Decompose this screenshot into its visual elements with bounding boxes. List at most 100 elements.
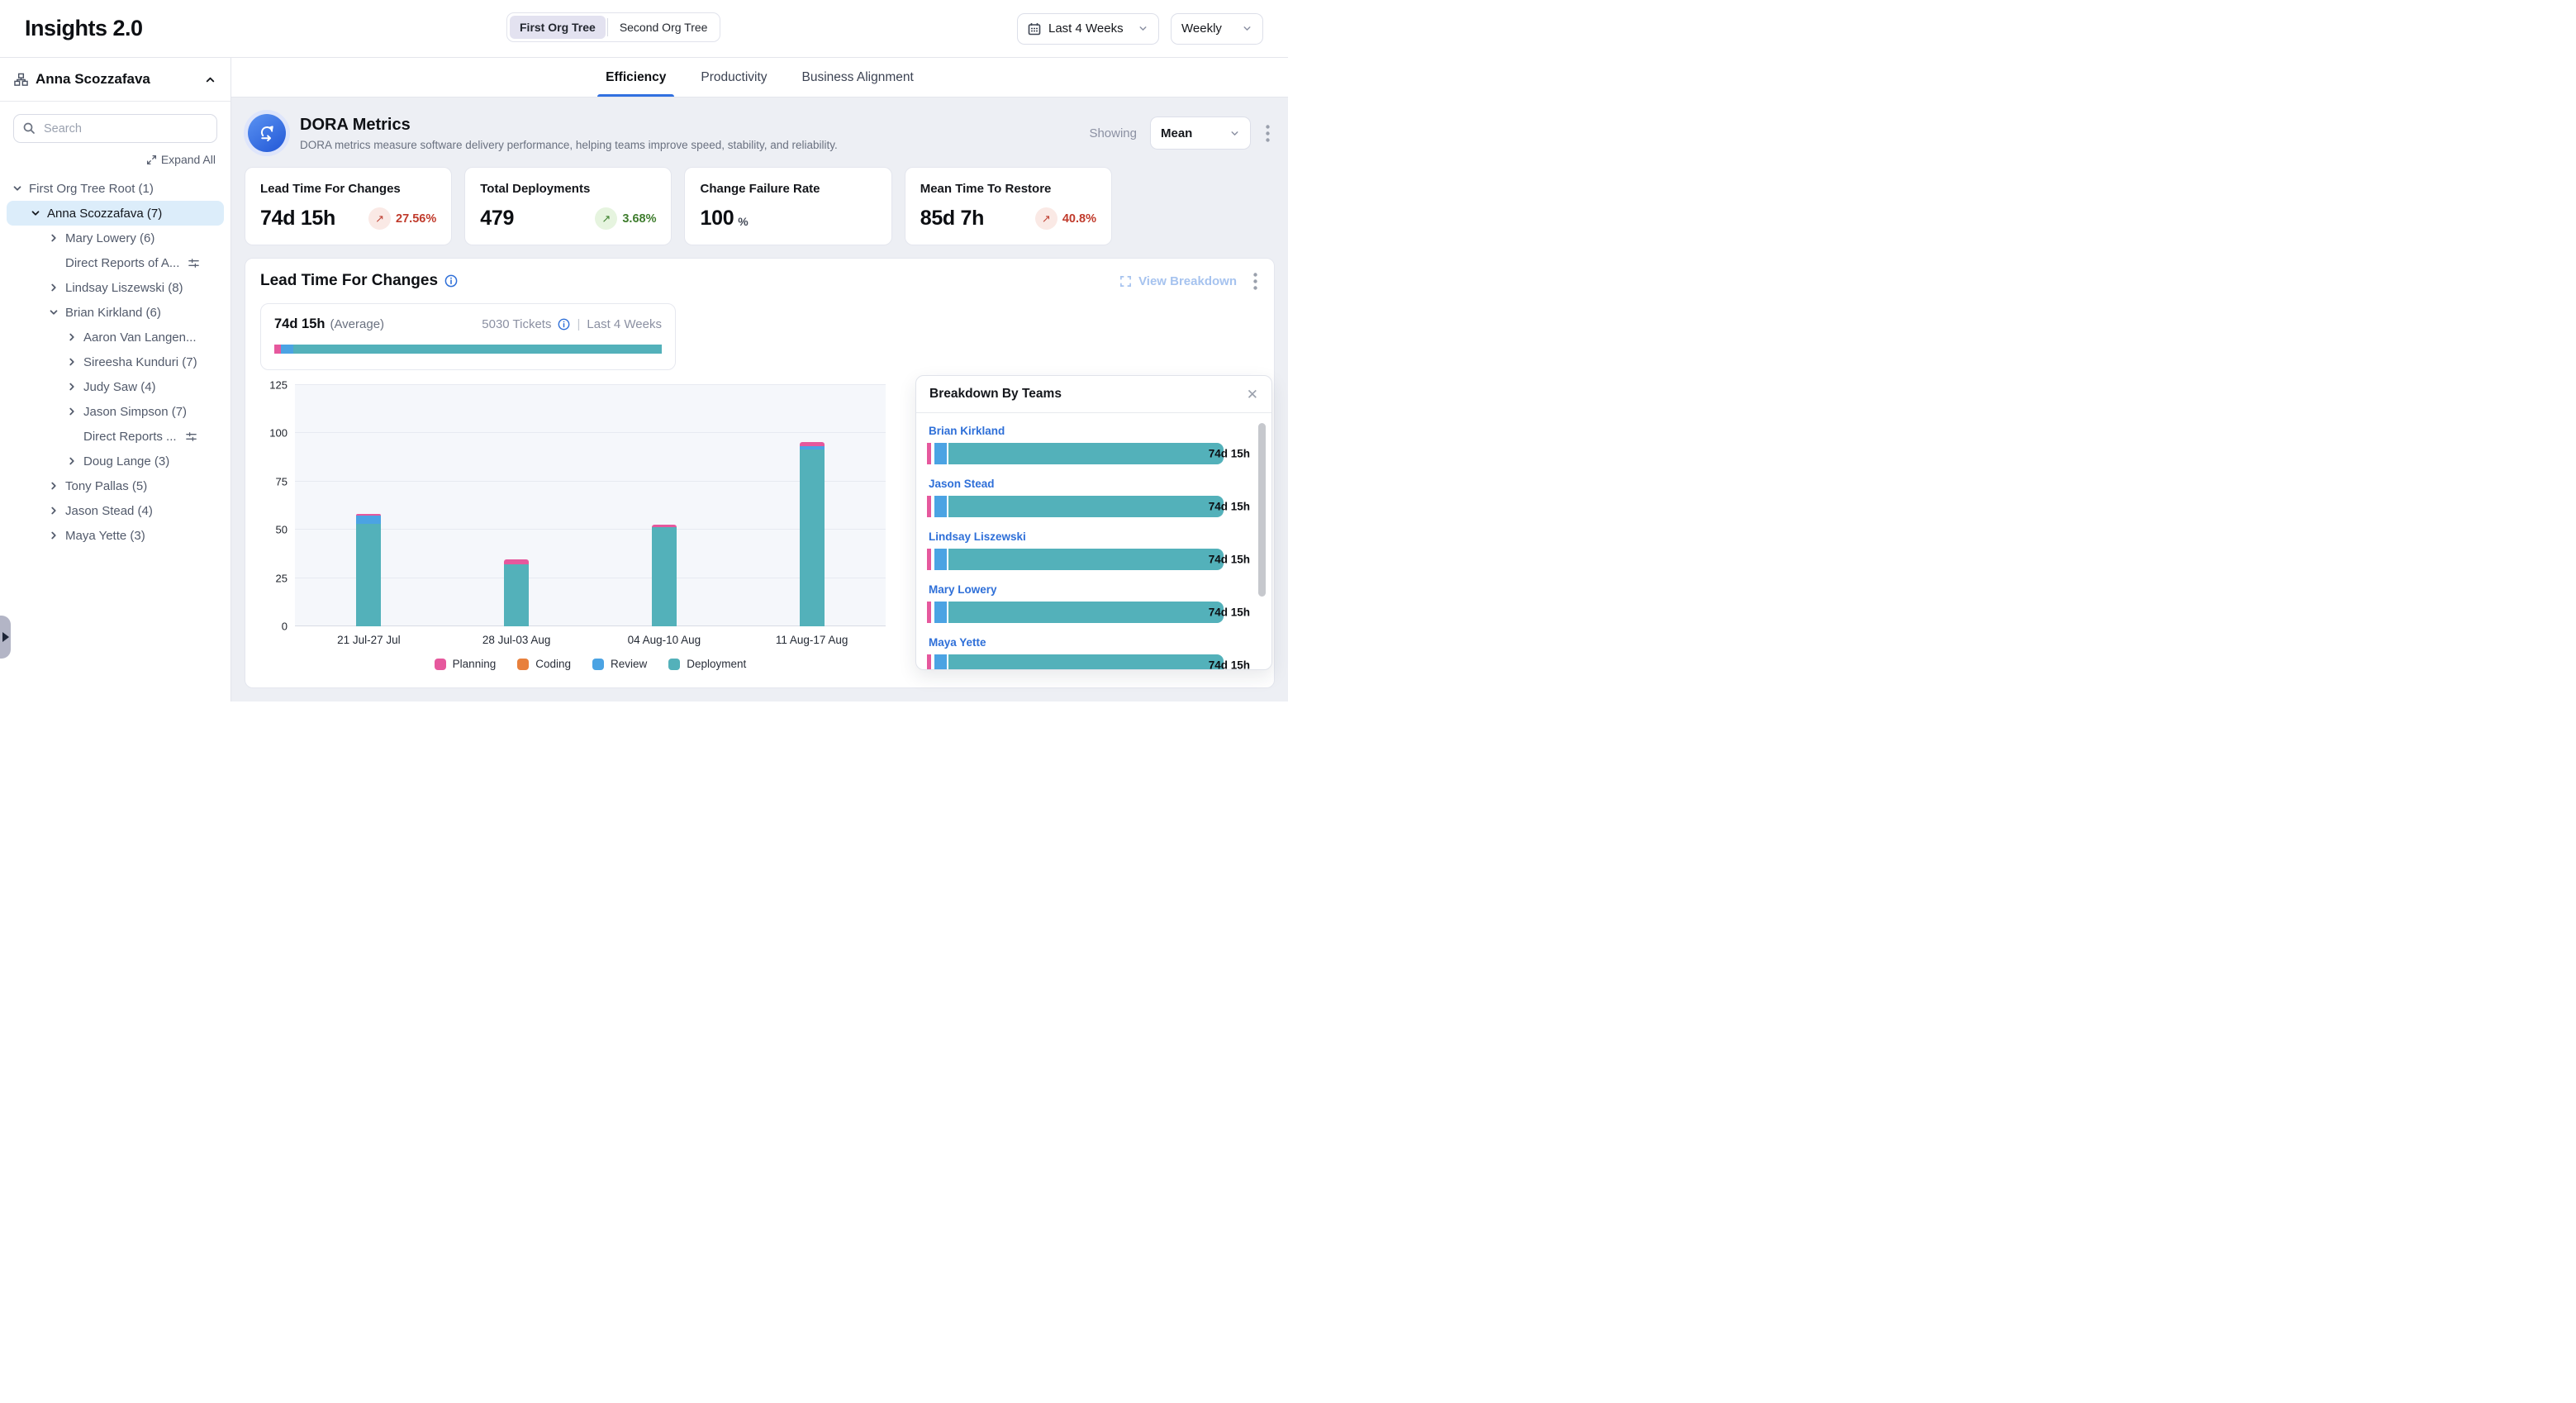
- tree-item[interactable]: Mary Lowery (6): [7, 226, 224, 250]
- chevron-right-icon[interactable]: [48, 232, 65, 244]
- bar-segment-review: [934, 443, 947, 464]
- tree-item[interactable]: Jason Simpson (7): [7, 399, 224, 424]
- date-range-value: Last 4 Weeks: [1048, 21, 1124, 36]
- tab-productivity[interactable]: Productivity: [699, 70, 768, 97]
- chevron-right-icon[interactable]: [48, 282, 65, 293]
- chevron-right-icon[interactable]: [66, 356, 83, 368]
- tree-item[interactable]: Maya Yette (3): [7, 523, 224, 548]
- chevron-right-icon[interactable]: [66, 331, 83, 343]
- y-tick-label: 50: [276, 524, 288, 536]
- team-name-link[interactable]: Brian Kirkland: [927, 425, 1250, 437]
- tree-item[interactable]: Anna Scozzafava (7): [7, 201, 224, 226]
- tree-item[interactable]: Brian Kirkland (6): [7, 300, 224, 325]
- chevron-right-icon[interactable]: [48, 530, 65, 541]
- team-stacked-bar[interactable]: 74d 15h: [927, 496, 1250, 517]
- team-name-link[interactable]: Maya Yette: [927, 636, 1250, 649]
- stacked-bar[interactable]: [504, 559, 529, 626]
- y-tick-label: 0: [282, 621, 288, 633]
- trend-up-arrow-icon: ↗: [595, 207, 617, 230]
- aggregation-select[interactable]: Mean: [1150, 117, 1251, 150]
- info-icon[interactable]: [444, 274, 458, 288]
- stacked-bar[interactable]: [652, 525, 677, 626]
- breakdown-team-row: Lindsay Liszewski 74d 15h: [927, 530, 1250, 570]
- filter-sliders-icon[interactable]: [188, 257, 200, 269]
- breakdown-team-row: Jason Stead 74d 15h: [927, 478, 1250, 517]
- bar-slot: [443, 385, 591, 626]
- tab-efficiency[interactable]: Efficiency: [604, 70, 668, 97]
- tree-item[interactable]: Sireesha Kunduri (7): [7, 350, 224, 374]
- tree-item[interactable]: Doug Lange (3): [7, 449, 224, 473]
- stacked-bar[interactable]: [800, 442, 825, 626]
- chevron-right-icon[interactable]: [66, 455, 83, 467]
- tree-item[interactable]: Lindsay Liszewski (8): [7, 275, 224, 300]
- team-name-link[interactable]: Mary Lowery: [927, 583, 1250, 596]
- tree-item-label: Anna Scozzafava (7): [47, 207, 162, 221]
- filter-sliders-icon[interactable]: [185, 430, 197, 443]
- team-stacked-bar[interactable]: 74d 15h: [927, 654, 1250, 669]
- tree-item-label: Jason Simpson (7): [83, 405, 187, 419]
- chevron-down-icon[interactable]: [30, 207, 47, 219]
- tree-item[interactable]: Direct Reports ...: [7, 424, 224, 449]
- granularity-select[interactable]: Weekly: [1171, 13, 1263, 45]
- kebab-menu-icon[interactable]: [1252, 273, 1259, 290]
- team-stacked-bar[interactable]: 74d 15h: [927, 549, 1250, 570]
- bar-segment-deployment: [652, 527, 677, 626]
- lead-time-section: Lead Time For Changes View Breakdown: [245, 258, 1275, 688]
- tree-item-label: Mary Lowery (6): [65, 231, 154, 245]
- info-icon[interactable]: [558, 318, 570, 331]
- team-stacked-bar[interactable]: 74d 15h: [927, 602, 1250, 623]
- close-icon[interactable]: ✕: [1247, 388, 1258, 402]
- chevron-right-icon[interactable]: [66, 406, 83, 417]
- play-icon: [2, 632, 9, 642]
- tree-item-label: Doug Lange (3): [83, 454, 169, 468]
- x-tick-label: 21 Jul-27 Jul: [295, 634, 443, 646]
- tree-item-label: Lindsay Liszewski (8): [65, 281, 183, 295]
- bar-slot: [591, 385, 739, 626]
- tree-item[interactable]: Direct Reports of A...: [7, 250, 224, 275]
- chart-y-axis: 0255075100125: [260, 385, 295, 626]
- tree-item[interactable]: Judy Saw (4): [7, 374, 224, 399]
- kebab-menu-icon[interactable]: [1264, 125, 1271, 142]
- bar-slot: [295, 385, 443, 626]
- sidebar-collapse-handle[interactable]: [0, 616, 11, 659]
- chevron-down-icon[interactable]: [12, 183, 29, 194]
- team-name-link[interactable]: Jason Stead: [927, 478, 1250, 490]
- view-breakdown-button[interactable]: View Breakdown: [1119, 274, 1237, 288]
- chevron-right-icon[interactable]: [48, 480, 65, 492]
- y-tick-label: 75: [276, 475, 288, 487]
- bars-layer: [295, 385, 886, 626]
- scrollbar-thumb[interactable]: [1258, 423, 1266, 597]
- tree-item[interactable]: Jason Stead (4): [7, 498, 224, 523]
- team-name-link[interactable]: Lindsay Liszewski: [927, 530, 1250, 543]
- expand-all-label: Expand All: [161, 153, 216, 166]
- sidebar-header[interactable]: Anna Scozzafava: [0, 58, 231, 102]
- org-tree: First Org Tree Root (1) Anna Scozzafava (…: [0, 174, 231, 702]
- dora-text: DORA Metrics DORA metrics measure softwa…: [300, 116, 838, 151]
- tree-item[interactable]: Tony Pallas (5): [7, 473, 224, 498]
- search-input[interactable]: [13, 114, 217, 143]
- tree-item[interactable]: Aaron Van Langen...: [7, 325, 224, 350]
- avg-segment-deployment: [293, 345, 662, 354]
- metric-card-value: 74d 15h: [260, 207, 335, 231]
- chart-plot-wrap: 21 Jul-27 Jul28 Jul-03 Aug04 Aug-10 Aug1…: [295, 385, 886, 670]
- tabs-bar: Efficiency Productivity Business Alignme…: [231, 58, 1288, 97]
- team-stacked-bar[interactable]: 74d 15h: [927, 443, 1250, 464]
- expand-all-button[interactable]: Expand All: [15, 153, 216, 166]
- tree-item[interactable]: First Org Tree Root (1): [7, 176, 224, 201]
- tab-business-alignment[interactable]: Business Alignment: [801, 70, 915, 97]
- bar-segment-deployment: [948, 602, 1224, 623]
- date-range-select[interactable]: Last 4 Weeks: [1017, 13, 1159, 45]
- trend-badge: ↗3.68%: [595, 207, 656, 230]
- y-tick-label: 100: [269, 427, 288, 440]
- chart-x-axis: 21 Jul-27 Jul28 Jul-03 Aug04 Aug-10 Aug1…: [295, 634, 886, 646]
- chevron-right-icon[interactable]: [66, 381, 83, 392]
- bar-segment-deployment: [800, 449, 825, 626]
- chevron-up-icon[interactable]: [204, 74, 216, 86]
- top-bar: Insights 2.0 First Org Tree Second Org T…: [0, 0, 1288, 58]
- toggle-second-org-tree[interactable]: Second Org Tree: [610, 16, 718, 39]
- bar-segment-deployment: [948, 496, 1224, 517]
- stacked-bar[interactable]: [356, 514, 381, 626]
- chevron-down-icon[interactable]: [48, 307, 65, 318]
- toggle-first-org-tree[interactable]: First Org Tree: [510, 16, 606, 39]
- chevron-right-icon[interactable]: [48, 505, 65, 516]
